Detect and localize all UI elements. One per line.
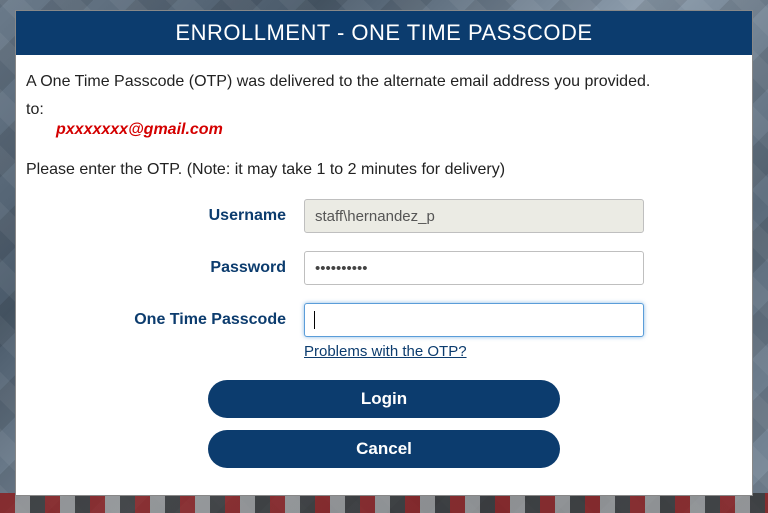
otp-row: One Time Passcode: [104, 303, 664, 337]
helper-row: Problems with the OTP?: [104, 339, 664, 360]
dialog-title-text: ENROLLMENT - ONE TIME PASSCODE: [175, 20, 592, 45]
dialog-title: ENROLLMENT - ONE TIME PASSCODE: [16, 11, 752, 55]
helper-spacer: [104, 339, 304, 360]
enter-otp-message: Please enter the OTP. (Note: it may take…: [26, 161, 742, 179]
otp-label: One Time Passcode: [104, 311, 304, 329]
password-input[interactable]: [304, 251, 644, 285]
login-button-label: Login: [361, 389, 407, 409]
dialog-body: A One Time Passcode (OTP) was delivered …: [16, 55, 752, 490]
to-label: to:: [26, 101, 742, 119]
delivered-message: A One Time Passcode (OTP) was delivered …: [26, 73, 742, 91]
cancel-button[interactable]: Cancel: [208, 430, 560, 468]
masked-email: pxxxxxxx@gmail.com: [56, 121, 742, 139]
text-caret: [314, 311, 315, 329]
cancel-button-label: Cancel: [356, 439, 412, 459]
form-area: Username Password One Time Passcode Prob…: [26, 199, 742, 480]
background-bottom-strip: [0, 493, 768, 513]
password-row: Password: [104, 251, 664, 285]
otp-input[interactable]: [304, 303, 644, 337]
login-button[interactable]: Login: [208, 380, 560, 418]
password-label: Password: [104, 259, 304, 277]
username-input: [304, 199, 644, 233]
otp-enrollment-dialog: ENROLLMENT - ONE TIME PASSCODE A One Tim…: [15, 10, 753, 496]
username-label: Username: [104, 207, 304, 225]
problems-with-otp-link[interactable]: Problems with the OTP?: [304, 343, 467, 360]
username-row: Username: [104, 199, 664, 233]
